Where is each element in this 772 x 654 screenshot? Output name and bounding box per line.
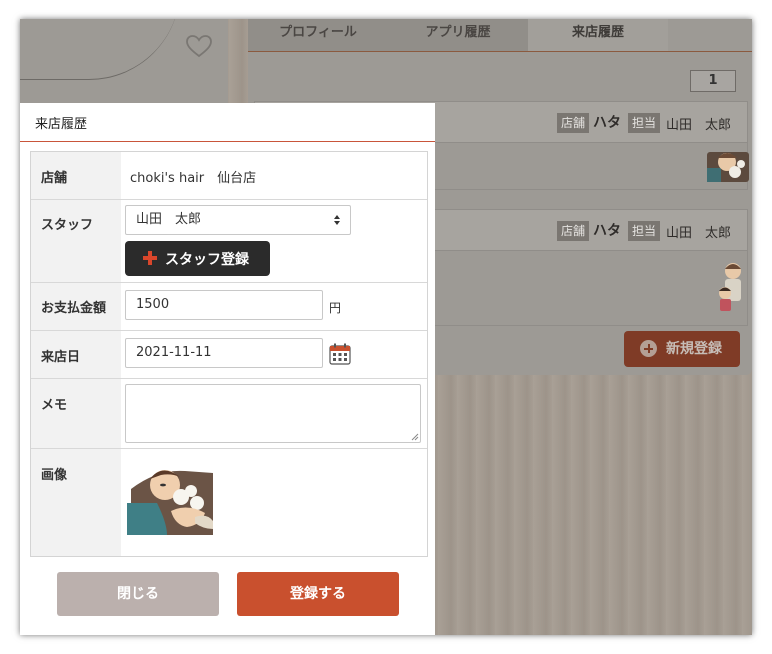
staff-register-button[interactable]: スタッフ登録 [125, 241, 270, 276]
record-staff-name: 山田 太郎 [666, 226, 732, 241]
modal-header: 来店履歴 [20, 103, 435, 142]
date-input-value: 2021-11-11 [136, 345, 212, 360]
memo-label: メモ [41, 398, 68, 413]
shop-value: choki's hair 仙台店 [130, 171, 257, 186]
memo-textarea[interactable] [125, 384, 421, 443]
date-label-cell: 来店日 [31, 331, 121, 378]
amount-label-cell: お支払金額 [31, 283, 121, 330]
staff-label-cell: スタッフ [31, 200, 121, 282]
date-value-cell: 2021-11-11 [121, 331, 427, 378]
plus-circle-icon [640, 340, 657, 357]
record-thumbnail-image [719, 263, 741, 311]
calendar-icon[interactable] [329, 343, 351, 365]
tab-bar: プロフィール アプリ履歴 来店履歴 [248, 19, 752, 52]
staff-value-cell: 山田 太郎 スタッフ登録 [121, 200, 427, 282]
page-number-box[interactable]: 1 [690, 70, 736, 92]
record-staff-name: 山田 太郎 [666, 118, 732, 133]
app-window: プロフィール アプリ履歴 来店履歴 1 店舗 ハタ 担当 山田 太郎 店舗 ハタ… [20, 19, 752, 635]
plus-icon [143, 251, 157, 265]
amount-input[interactable]: 1500 [125, 290, 323, 320]
memo-label-cell: メモ [31, 379, 121, 448]
memo-value-cell [121, 379, 427, 448]
close-button[interactable]: 閉じる [57, 572, 219, 616]
new-register-button[interactable]: 新規登録 [624, 331, 740, 367]
visit-form: 店舗 choki's hair 仙台店 スタッフ 山田 太郎 スタッフ登録 お支… [30, 151, 428, 557]
date-row: 来店日 2021-11-11 [31, 331, 427, 379]
amount-value-cell: 1500 円 [121, 283, 427, 330]
tab-profile[interactable]: プロフィール [248, 19, 388, 51]
image-label-cell: 画像 [31, 449, 121, 556]
resize-grip-icon[interactable] [411, 433, 419, 441]
select-arrows-icon [334, 215, 340, 225]
shop-row: 店舗 choki's hair 仙台店 [31, 152, 427, 200]
date-label: 来店日 [41, 350, 81, 365]
shop-tag: 店舗 [557, 221, 590, 241]
image-row: 画像 [31, 449, 427, 556]
staff-register-label: スタッフ登録 [165, 252, 249, 268]
staff-select[interactable]: 山田 太郎 [125, 205, 351, 235]
amount-input-value: 1500 [136, 297, 170, 312]
record-thumbnail-image [707, 152, 749, 182]
date-input[interactable]: 2021-11-11 [125, 338, 323, 368]
visit-history-modal: 来店履歴 店舗 choki's hair 仙台店 スタッフ 山田 太郎 スタッフ… [20, 103, 435, 635]
amount-label: お支払金額 [41, 301, 107, 316]
shop-label-cell: 店舗 [31, 152, 121, 199]
modal-title: 来店履歴 [35, 117, 88, 132]
memo-row: メモ [31, 379, 427, 449]
staff-tag: 担当 [628, 221, 661, 241]
shop-tag: 店舗 [557, 113, 590, 133]
staff-label: スタッフ [41, 218, 94, 233]
staff-tag: 担当 [628, 113, 661, 133]
decorative-curve [20, 19, 180, 80]
record-shop-name: ハタ [593, 223, 621, 239]
image-label: 画像 [41, 468, 68, 483]
shop-value-cell: choki's hair 仙台店 [121, 152, 427, 199]
new-register-label: 新規登録 [666, 341, 722, 357]
submit-button[interactable]: 登録する [237, 572, 399, 616]
staff-row: スタッフ 山田 太郎 スタッフ登録 [31, 200, 427, 283]
amount-row: お支払金額 1500 円 [31, 283, 427, 331]
heart-icon[interactable] [185, 33, 213, 59]
staff-select-value: 山田 太郎 [136, 212, 202, 227]
shop-label: 店舗 [41, 171, 68, 186]
image-value-cell [121, 449, 427, 556]
tab-visit-history[interactable]: 来店履歴 [528, 19, 668, 51]
record-shop-name: ハタ [593, 115, 621, 131]
visit-photo-image[interactable] [127, 463, 215, 537]
tab-app-history[interactable]: アプリ履歴 [388, 19, 528, 51]
yen-unit: 円 [329, 301, 342, 315]
